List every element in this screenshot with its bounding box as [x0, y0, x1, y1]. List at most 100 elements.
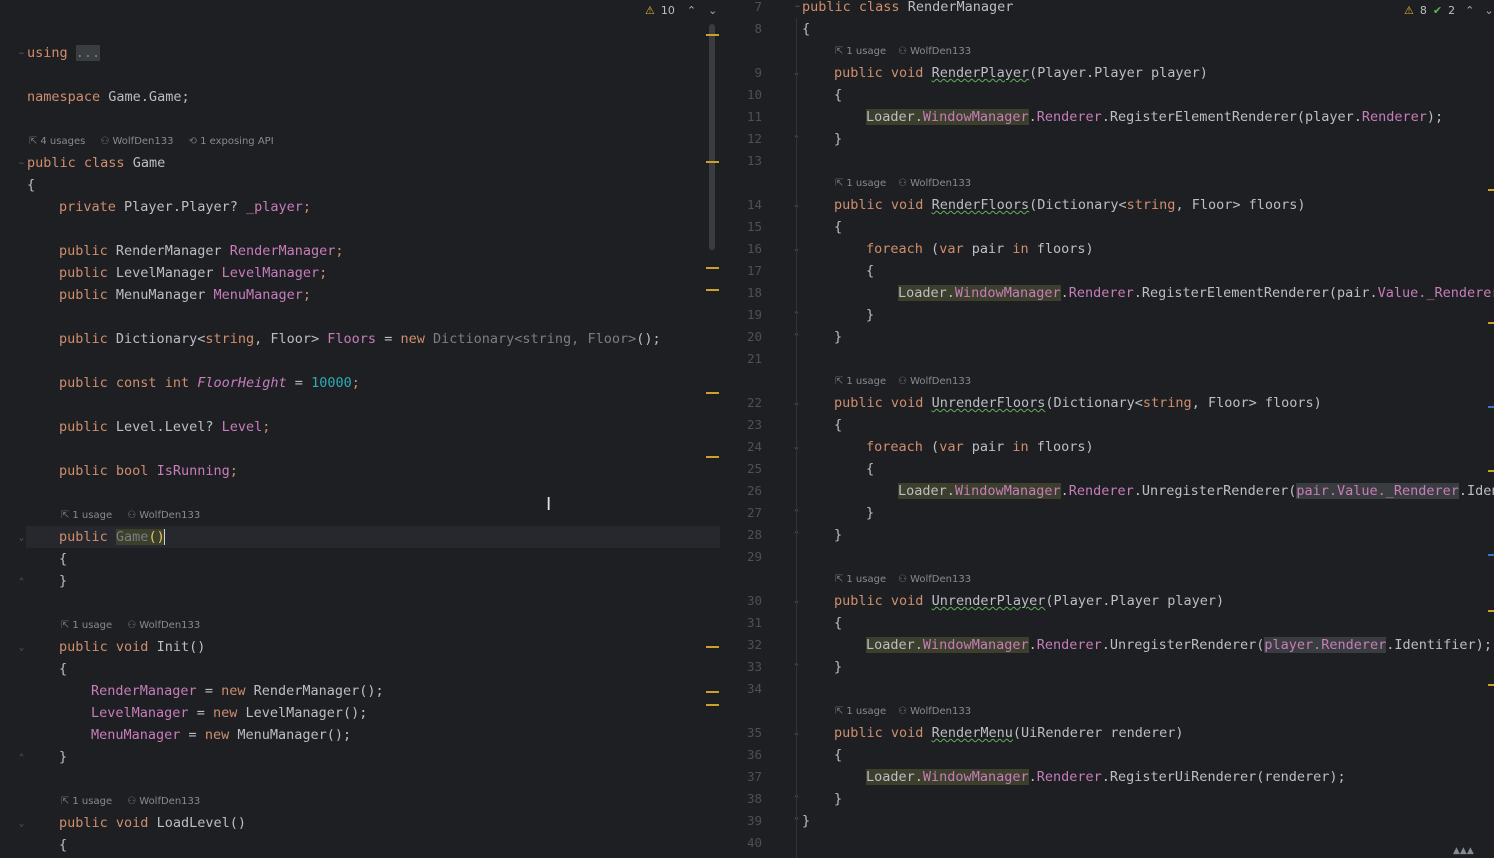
warning-marker[interactable] [706, 34, 719, 36]
inlay-hint[interactable]: ⇱ 1 usage ⚇ WolfDen133 [835, 173, 971, 195]
code-line[interactable]: Loader.WindowManager.Renderer.RegisterEl… [866, 106, 1443, 128]
code-line[interactable]: { [834, 744, 842, 766]
warning-marker[interactable] [1488, 684, 1494, 686]
code-line[interactable]: { [59, 548, 67, 570]
code-line[interactable]: public void LoadLevel() [59, 812, 246, 834]
code-line[interactable]: public void RenderPlayer(Player.Player p… [834, 62, 1208, 84]
code-line[interactable]: using ... [27, 42, 101, 64]
right-editor-pane[interactable]: ⚠ 8 ✔ 2 ⌃ ⌄ 7 8 9 10 11 12 13 14 15 16 1… [720, 0, 1494, 858]
warning-marker[interactable] [1488, 470, 1494, 472]
inlay-hint[interactable]: ⇱ 1 usage ⚇ WolfDen133 [835, 371, 971, 393]
code-line[interactable]: public class RenderManager [802, 0, 1013, 18]
info-marker[interactable] [1488, 406, 1494, 408]
code-line[interactable]: { [59, 658, 67, 680]
code-line[interactable]: { [866, 260, 874, 282]
code-line[interactable]: { [802, 18, 810, 40]
code-line[interactable]: public const int FloorHeight = 10000; [59, 372, 360, 394]
warning-marker[interactable] [1488, 322, 1494, 324]
warning-marker[interactable] [706, 691, 719, 693]
chevron-up-icon[interactable]: ⌃ [1465, 0, 1474, 22]
code-line[interactable]: { [834, 216, 842, 238]
inlay-hint[interactable]: ⇱ 1 usage ⚇ WolfDen133 [835, 569, 971, 591]
code-line[interactable]: } [834, 656, 842, 678]
fold-marker[interactable]: ⌄ [17, 820, 26, 829]
code-line[interactable]: { [834, 84, 842, 106]
fold-marker[interactable]: ⌃ [17, 578, 26, 587]
code-line[interactable]: public Dictionary<string, Floor> Floors … [59, 328, 661, 350]
code-line[interactable]: public void UnrenderFloors(Dictionary<st… [834, 392, 1322, 414]
code-line[interactable]: } [59, 570, 67, 592]
code-line[interactable]: public Level.Level? Level; [59, 416, 270, 438]
chevron-up-icon[interactable]: ⌃ [687, 0, 696, 22]
code-line[interactable]: public RenderManager RenderManager; [59, 240, 344, 262]
code-line[interactable]: LevelManager = new LevelManager(); [91, 702, 367, 724]
code-line[interactable]: { [834, 414, 842, 436]
code-line[interactable]: { [27, 174, 35, 196]
code-line[interactable]: Loader.WindowManager.Renderer.RegisterEl… [898, 282, 1494, 304]
info-marker[interactable] [1488, 554, 1494, 556]
chevron-down-icon[interactable]: ⌄ [708, 0, 717, 22]
inlay-hint[interactable]: ⇱ 1 usage ⚇ WolfDen133 [61, 505, 200, 527]
warning-marker[interactable] [706, 704, 719, 706]
code-line[interactable]: } [866, 304, 874, 326]
left-gutter[interactable] [0, 0, 26, 858]
fold-marker[interactable]: ⌃ [17, 754, 26, 763]
code-line[interactable]: } [834, 128, 842, 150]
punctuation: (); [326, 727, 352, 743]
chevron-down-icon[interactable]: ⌄ [1484, 0, 1493, 22]
code-line[interactable]: } [802, 810, 810, 832]
code-line[interactable]: public Game() [59, 526, 166, 548]
inlay-hint[interactable]: ⇱ 1 usage ⚇ WolfDen133 [835, 701, 971, 723]
code-line[interactable]: public void RenderMenu(UiRenderer render… [834, 722, 1184, 744]
warning-marker[interactable] [706, 289, 719, 291]
fold-marker[interactable]: − [793, 3, 802, 12]
code-line[interactable]: RenderManager = new RenderManager(); [91, 680, 384, 702]
code-line[interactable]: MenuManager = new MenuManager(); [91, 724, 351, 746]
code-line[interactable]: { [866, 458, 874, 480]
left-inspection-widget[interactable]: ⚠ 10 ⌃ ⌄ [645, 0, 717, 22]
code-line[interactable]: Loader.WindowManager.Renderer.RegisterUi… [866, 766, 1346, 788]
code-line[interactable]: namespace Game.Game; [27, 86, 190, 108]
inlay-hint[interactable]: ⇱ 1 usage ⚇ WolfDen133 [835, 41, 971, 63]
right-inspection-widget[interactable]: ⚠ 8 ✔ 2 ⌃ ⌄ [1404, 0, 1494, 22]
fold-marker[interactable]: − [17, 50, 26, 59]
code-line[interactable]: Loader.WindowManager.Renderer.Unregister… [866, 634, 1492, 656]
fold-marker[interactable]: − [17, 160, 26, 169]
code-line[interactable]: Loader.WindowManager.Renderer.Unregister… [898, 480, 1494, 502]
warning-marker[interactable] [706, 646, 719, 648]
warning-marker[interactable] [706, 161, 719, 163]
code-line[interactable]: public void RenderFloors(Dictionary<stri… [834, 194, 1306, 216]
code-line[interactable]: public void UnrenderPlayer(Player.Player… [834, 590, 1224, 612]
warning-marker[interactable] [706, 392, 719, 394]
code-line[interactable]: public MenuManager MenuManager; [59, 284, 311, 306]
inlay-hint[interactable]: ⇱ 1 usage ⚇ WolfDen133 [61, 615, 200, 637]
code-line[interactable]: foreach (var pair in floors) [866, 436, 1094, 458]
fold-marker[interactable]: ⌄ [17, 534, 26, 543]
code-line[interactable]: } [59, 746, 67, 768]
scrollbar-thumb[interactable] [709, 24, 715, 250]
warning-marker[interactable] [1488, 610, 1494, 612]
fold-marker[interactable]: ⌄ [17, 644, 26, 653]
warning-marker[interactable] [706, 267, 719, 269]
left-editor-pane[interactable]: ⚠ 10 ⌃ ⌄ − using ... namespace Game.Game… [0, 0, 720, 858]
code-line[interactable]: } [834, 524, 842, 546]
inlay-hint[interactable]: ⇱ 4 usages ⚇ WolfDen133 ⟲ 1 exposing API [29, 131, 274, 153]
folded-imports[interactable]: ... [75, 45, 101, 61]
code-line[interactable]: private Player.Player? _player; [59, 196, 311, 218]
code-line[interactable]: public void Init() [59, 636, 205, 658]
author-icon: ⚇ [127, 796, 137, 807]
resize-grip-icon[interactable]: ▲▲▲ [1453, 846, 1474, 856]
code-line[interactable]: } [834, 788, 842, 810]
warning-marker[interactable] [1488, 189, 1494, 191]
code-line[interactable]: public LevelManager LevelManager; [59, 262, 327, 284]
code-line[interactable]: public class Game [27, 152, 165, 174]
code-line[interactable]: } [866, 502, 874, 524]
inlay-hint[interactable]: ⇱ 1 usage ⚇ WolfDen133 [61, 791, 200, 813]
code-line[interactable]: { [834, 612, 842, 634]
code-line[interactable]: { [59, 834, 67, 856]
warning-marker[interactable] [706, 456, 719, 458]
code-line[interactable]: public bool IsRunning; [59, 460, 238, 482]
code-line[interactable]: } [834, 326, 842, 348]
left-scrollbar[interactable] [706, 24, 716, 858]
code-line[interactable]: foreach (var pair in floors) [866, 238, 1094, 260]
